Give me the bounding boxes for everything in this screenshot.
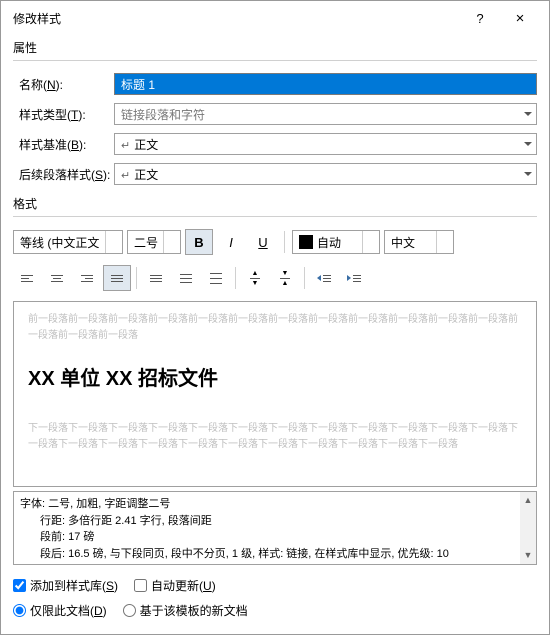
following-value: ↵正文 (121, 166, 158, 183)
align-left-icon (21, 275, 33, 282)
desc-line-2: 行距: 多倍行距 2.41 字行, 段落间距 (20, 513, 530, 530)
style-type-value: 链接段落和字符 (121, 106, 205, 123)
indent-decrease-icon (317, 275, 331, 282)
align-right-icon (81, 275, 93, 282)
font-lang-value: 中文 (391, 234, 415, 251)
separator (284, 231, 285, 253)
only-this-doc-radio[interactable]: 仅限此文档(D) (13, 602, 107, 619)
row-name: 名称(N): (1, 69, 549, 99)
style-type-select[interactable]: 链接段落和字符 (114, 103, 537, 125)
auto-update-checkbox[interactable]: 自动更新(U) (134, 577, 216, 594)
name-input[interactable] (114, 73, 537, 95)
align-center-icon (51, 275, 63, 282)
divider (13, 216, 537, 217)
indent-increase-icon (347, 275, 361, 282)
based-on-label: 样式基准(B): (19, 136, 114, 153)
help-button[interactable]: ? (461, 7, 499, 29)
desc-line-1: 字体: 二号, 加粗, 字距调整二号 (20, 496, 530, 513)
font-color-select[interactable]: 自动 (292, 230, 380, 254)
font-size-value: 二号 (134, 234, 158, 251)
spacing-icon (150, 275, 162, 282)
desc-line-4: 段后: 16.5 磅, 与下段同页, 段中不分页, 1 级, 样式: 链接, 在… (20, 546, 530, 563)
window-controls: ? × (461, 7, 539, 29)
add-to-gallery-checkbox[interactable]: 添加到样式库(S) (13, 577, 118, 594)
row-following: 后续段落样式(S): ↵正文 (1, 159, 549, 189)
underline-button[interactable]: U (249, 229, 277, 255)
font-family-select[interactable]: 等线 (中文正文 (13, 230, 123, 254)
format-toolbar-2: ▲▼ ▼▲ (1, 259, 549, 297)
preview-context-after: 下一段落下一段落下一段落下一段落下一段落下一段落下一段落下一段落下一段落下一段落… (28, 421, 522, 453)
radio-row: 仅限此文档(D) 基于该模板的新文档 (1, 598, 549, 625)
modify-style-dialog: 修改样式 ? × 属性 名称(N): 样式类型(T): 链接段落和字符 样式基准… (0, 0, 550, 635)
style-type-label: 样式类型(T): (19, 106, 114, 123)
para-space-icon: ▲▼ (250, 270, 260, 287)
row-style-type: 样式类型(T): 链接段落和字符 (1, 99, 549, 129)
based-on-value: ↵正文 (121, 136, 158, 153)
line-spacing-1-button[interactable] (142, 265, 170, 291)
preview-context-before: 前一段落前一段落前一段落前一段落前一段落前一段落前一段落前一段落前一段落前一段落… (28, 312, 522, 344)
scroll-down-icon: ▼ (524, 547, 533, 565)
align-justify-icon (111, 275, 123, 282)
italic-button[interactable]: I (217, 229, 245, 255)
desc-line-3: 段前: 17 磅 (20, 529, 530, 546)
separator (136, 267, 137, 289)
line-spacing-2-button[interactable] (202, 265, 230, 291)
format-toolbar-1: 等线 (中文正文 二号 B I U 自动 中文 (1, 225, 549, 259)
based-on-select[interactable]: ↵正文 (114, 133, 537, 155)
font-lang-select[interactable]: 中文 (384, 230, 454, 254)
scrollbar[interactable]: ▲ ▼ (520, 492, 536, 564)
align-center-button[interactable] (43, 265, 71, 291)
preview-sample-text: XX 单位 XX 招标文件 (28, 362, 522, 391)
space-before-dec-button[interactable]: ▼▲ (271, 265, 299, 291)
dialog-title: 修改样式 (13, 10, 61, 27)
font-family-value: 等线 (中文正文 (20, 234, 99, 251)
following-label: 后续段落样式(S): (19, 166, 114, 183)
template-new-docs-radio[interactable]: 基于该模板的新文档 (123, 602, 248, 619)
chevron-down-icon (524, 172, 532, 176)
color-swatch-icon (299, 235, 313, 249)
align-right-button[interactable] (73, 265, 101, 291)
row-based-on: 样式基准(B): ↵正文 (1, 129, 549, 159)
separator (304, 267, 305, 289)
spacing-icon (180, 274, 192, 283)
space-before-inc-button[interactable]: ▲▼ (241, 265, 269, 291)
name-label: 名称(N): (19, 76, 114, 93)
titlebar: 修改样式 ? × (1, 1, 549, 33)
section-properties-label: 属性 (1, 33, 549, 58)
chevron-down-icon (524, 112, 532, 116)
font-color-value: 自动 (299, 234, 341, 251)
close-button[interactable]: × (501, 7, 539, 29)
divider (13, 60, 537, 61)
bold-button[interactable]: B (185, 229, 213, 255)
spacing-icon (210, 273, 222, 284)
scroll-up-icon: ▲ (524, 492, 533, 510)
align-justify-button[interactable] (103, 265, 131, 291)
section-format-label: 格式 (1, 189, 549, 214)
font-size-select[interactable]: 二号 (127, 230, 181, 254)
checkbox-row: 添加到样式库(S) 自动更新(U) (1, 569, 549, 598)
para-space-icon: ▼▲ (280, 270, 290, 287)
description-box: 字体: 二号, 加粗, 字距调整二号 行距: 多倍行距 2.41 字行, 段落间… (13, 491, 537, 565)
following-select[interactable]: ↵正文 (114, 163, 537, 185)
indent-decrease-button[interactable] (310, 265, 338, 291)
chevron-down-icon (524, 142, 532, 146)
preview-pane: 前一段落前一段落前一段落前一段落前一段落前一段落前一段落前一段落前一段落前一段落… (13, 301, 537, 487)
indent-increase-button[interactable] (340, 265, 368, 291)
line-spacing-1.5-button[interactable] (172, 265, 200, 291)
separator (235, 267, 236, 289)
align-left-button[interactable] (13, 265, 41, 291)
